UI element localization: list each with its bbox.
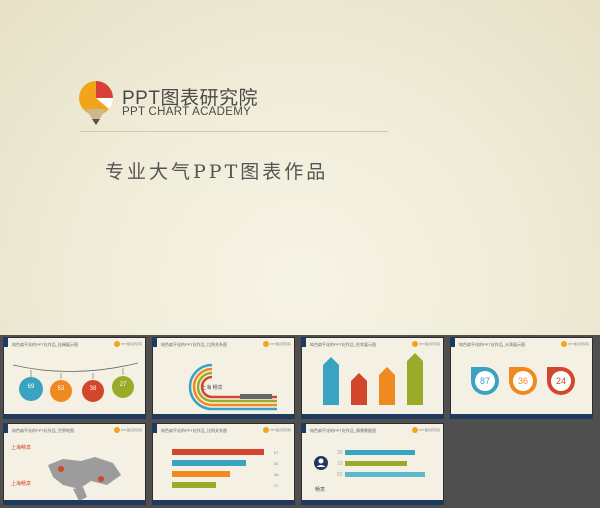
hbar-red (172, 449, 264, 455)
hbar-green (172, 482, 216, 488)
thumbnail-4[interactable]: 纯色扁平化的PPT化作品_水滴展示图 PPT图表研究院 87 36 24 (450, 337, 593, 419)
thumbnail-3[interactable]: 纯色扁平化的PPT化作品_柱状展示图 PPT图表研究院 (301, 337, 444, 419)
thumb-footer (3, 500, 146, 505)
tag-value-2: 53 (58, 386, 65, 392)
thumb-footer (152, 414, 295, 419)
wave-value-1: 39 (337, 450, 343, 456)
thumb-footer (450, 414, 593, 419)
wave-bar-cyan (345, 472, 425, 477)
wave-value-3: 82 (337, 472, 343, 478)
drop-value-2: 36 (518, 376, 528, 386)
wave-bar-chart: 39 19 82 畅意 (314, 450, 425, 493)
map-label-1: 上海畅享 (11, 444, 31, 451)
bar-green (407, 353, 423, 405)
bar-orange (379, 367, 395, 405)
wave-bar-green (345, 461, 407, 466)
arc-lines-chart: 上海 畅享 (188, 363, 277, 411)
hbar-value-1: 67 (274, 450, 279, 455)
thumbnail-2[interactable]: 纯色扁平化的PPT化作品_比例关系图 PPT图表研究院 上海 畅享 (152, 337, 295, 419)
water-drop-chart: 87 36 24 (471, 367, 575, 395)
thumbnail-6[interactable]: 纯色扁平化的PPT化作品_比例关系图 PPT图表研究院 67 50 38 27 (152, 423, 295, 505)
arrow-bar-chart (323, 353, 423, 405)
bar-red (351, 373, 367, 405)
tag-value-1: 69 (28, 384, 35, 390)
hbar-value-2: 50 (274, 461, 279, 466)
hbar-orange (172, 471, 230, 477)
thumbnail-5[interactable]: 纯色扁平化的PPT化作品_世界地图 PPT图表研究院 上海畅享 上海畅享 (3, 423, 146, 505)
hbar-value-4: 27 (274, 483, 279, 488)
thumbnail-7[interactable]: 纯色扁平化的PPT化作品_情景数据图 PPT图表研究院 39 19 82 畅意 (301, 423, 444, 505)
wave-bar-blue (345, 450, 415, 455)
arc-center-label: 上海 畅享 (201, 384, 222, 391)
logo-pencil-pie-icon (79, 81, 114, 125)
hanging-tags-chart: 69 53 38 27 (12, 362, 139, 402)
horizontal-bar-chart: 67 50 38 27 (172, 449, 279, 488)
thumb-footer (3, 414, 146, 419)
hbar-value-3: 38 (274, 472, 279, 477)
thumb-footer (301, 414, 444, 419)
wave-label: 畅意 (315, 486, 325, 493)
logo-subtitle: PPT CHART ACADEMY (122, 106, 252, 118)
main-slide[interactable]: PPT图表研究院 PPT CHART ACADEMY 专业大气PPT图表作品 (0, 0, 600, 335)
slogan: 专业大气PPT图表作品 (105, 161, 329, 183)
thumbnail-strip: 纯色扁平化的PPT化作品_挂绳展示图 PPT图表研究院 69 53 38 27 (0, 335, 600, 508)
drop-value-1: 87 (480, 376, 490, 386)
thumbnail-1[interactable]: 纯色扁平化的PPT化作品_挂绳展示图 PPT图表研究院 69 53 38 27 (3, 337, 146, 419)
world-map-chart: 上海畅享 上海畅享 (11, 444, 121, 501)
drop-value-3: 24 (556, 376, 566, 386)
divider (80, 131, 388, 132)
thumb-footer (152, 500, 295, 505)
tag-value-4: 27 (120, 382, 127, 388)
thumb-footer (301, 500, 444, 505)
tag-value-3: 38 (90, 386, 97, 392)
map-label-2: 上海畅享 (11, 480, 31, 487)
bar-blue (323, 357, 339, 405)
hbar-blue (172, 460, 246, 466)
wave-value-2: 19 (337, 461, 343, 467)
